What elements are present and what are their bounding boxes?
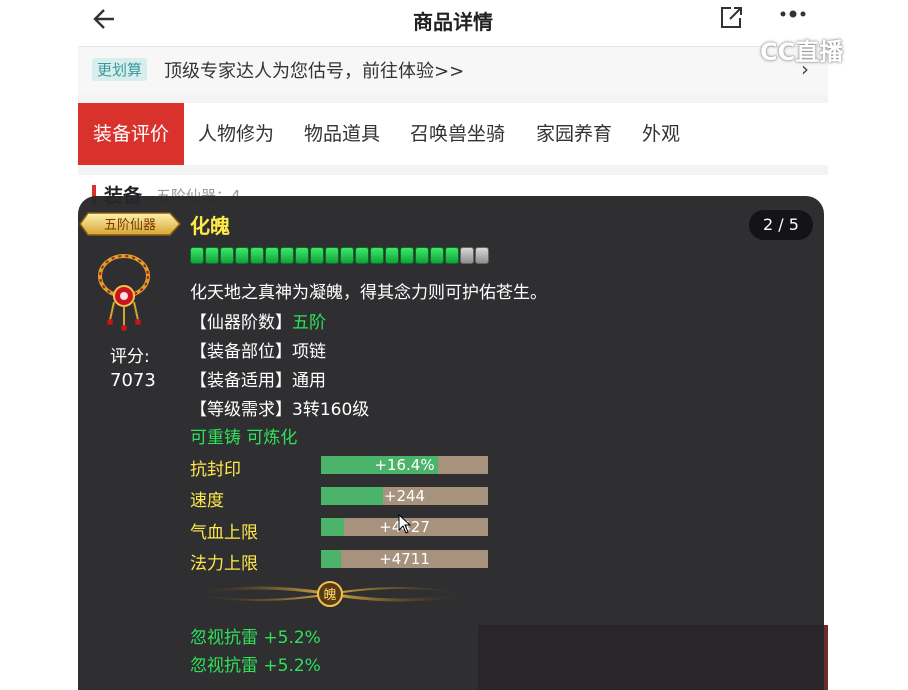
ornament-divider: 魄 [191, 581, 469, 607]
stat-name: 速度 [190, 491, 224, 511]
page-title: 商品详情 [413, 10, 493, 34]
info-value: 3转160级 [292, 400, 370, 420]
info-level: 【等级需求】3转160级 [190, 395, 369, 420]
stat-value: +4711 [379, 550, 430, 568]
level-segment [265, 247, 279, 264]
cursor-icon [398, 514, 412, 534]
level-segment [340, 247, 354, 264]
refine-level-bar [190, 247, 489, 265]
watermark-logo: CC直播 [760, 38, 844, 66]
left-backdrop [0, 0, 78, 690]
item-name: 化魄 [190, 214, 230, 238]
stat-name: 气血上限 [190, 523, 258, 543]
tab-summons-mounts[interactable]: 召唤兽坐骑 [410, 103, 505, 165]
level-segment [460, 247, 474, 264]
level-segment [370, 247, 384, 264]
level-segment [355, 247, 369, 264]
level-segment [280, 247, 294, 264]
stat-bar: +16.4% [321, 456, 488, 474]
info-usage: 【装备适用】通用 [190, 366, 326, 391]
level-segment [415, 247, 429, 264]
score-value: 7073 [110, 370, 156, 391]
level-segment [205, 247, 219, 264]
tab-bar: 装备评价 人物修为 物品道具 召唤兽坐骑 家园养育 外观 [78, 103, 828, 165]
level-segment [235, 247, 249, 264]
page-indicator: 2 / 5 [749, 210, 813, 240]
stat-value: +16.4% [374, 456, 435, 474]
level-segment [325, 247, 339, 264]
bonus-stat: 忽视抗雷 +5.2% [190, 656, 321, 676]
info-value: 项链 [292, 342, 326, 362]
level-segment [250, 247, 264, 264]
info-value: 五阶 [292, 313, 326, 333]
refine-status: 可重铸 可炼化 [190, 428, 298, 448]
info-label: 【仙器阶数】 [190, 313, 292, 333]
level-segment [220, 247, 234, 264]
tab-character-cultivation[interactable]: 人物修为 [198, 103, 274, 165]
level-segment [400, 247, 414, 264]
stat-value: +244 [383, 487, 426, 505]
info-slot: 【装备部位】项链 [190, 337, 326, 362]
level-segment [190, 247, 204, 264]
stat-name: 法力上限 [190, 554, 258, 574]
grade-badge: 五阶仙器 [79, 212, 182, 236]
item-description: 化天地之真神为凝魄，得其念力则可护佑苍生。 [190, 283, 547, 303]
share-icon[interactable] [718, 5, 744, 31]
score-label: 评分: [110, 347, 150, 367]
info-label: 【等级需求】 [190, 400, 292, 420]
tab-home[interactable]: 家园养育 [536, 103, 612, 165]
divider-glyph: 魄 [323, 587, 336, 603]
level-segment [445, 247, 459, 264]
info-label: 【装备适用】 [190, 371, 292, 391]
necklace-icon [98, 254, 150, 331]
tab-items[interactable]: 物品道具 [304, 103, 380, 165]
info-value: 通用 [292, 371, 326, 391]
stat-name: 抗封印 [190, 460, 241, 480]
info-grade: 【仙器阶数】五阶 [190, 308, 326, 333]
level-segment [295, 247, 309, 264]
stat-bar: +244 [321, 487, 488, 505]
right-backdrop [828, 0, 908, 690]
top-bar: 商品详情 [78, 0, 828, 47]
stat-bar: +4711 [321, 550, 488, 568]
level-segment [475, 247, 489, 264]
level-segment [430, 247, 444, 264]
level-segment [385, 247, 399, 264]
level-segment [310, 247, 324, 264]
tab-appearance[interactable]: 外观 [642, 103, 680, 165]
promo-tag: 更划算 [92, 58, 148, 81]
promo-text[interactable]: 顶级专家达人为您估号，前往体验>> [164, 57, 464, 83]
grade-badge-text: 五阶仙器 [104, 218, 156, 233]
bonus-stat: 忽视抗雷 +5.2% [190, 628, 321, 648]
tab-equipment-rating[interactable]: 装备评价 [78, 103, 184, 165]
info-label: 【装备部位】 [190, 342, 292, 362]
promo-banner[interactable]: 更划算 顶级专家达人为您估号，前往体验>> › [78, 47, 828, 95]
more-icon[interactable] [778, 4, 808, 30]
